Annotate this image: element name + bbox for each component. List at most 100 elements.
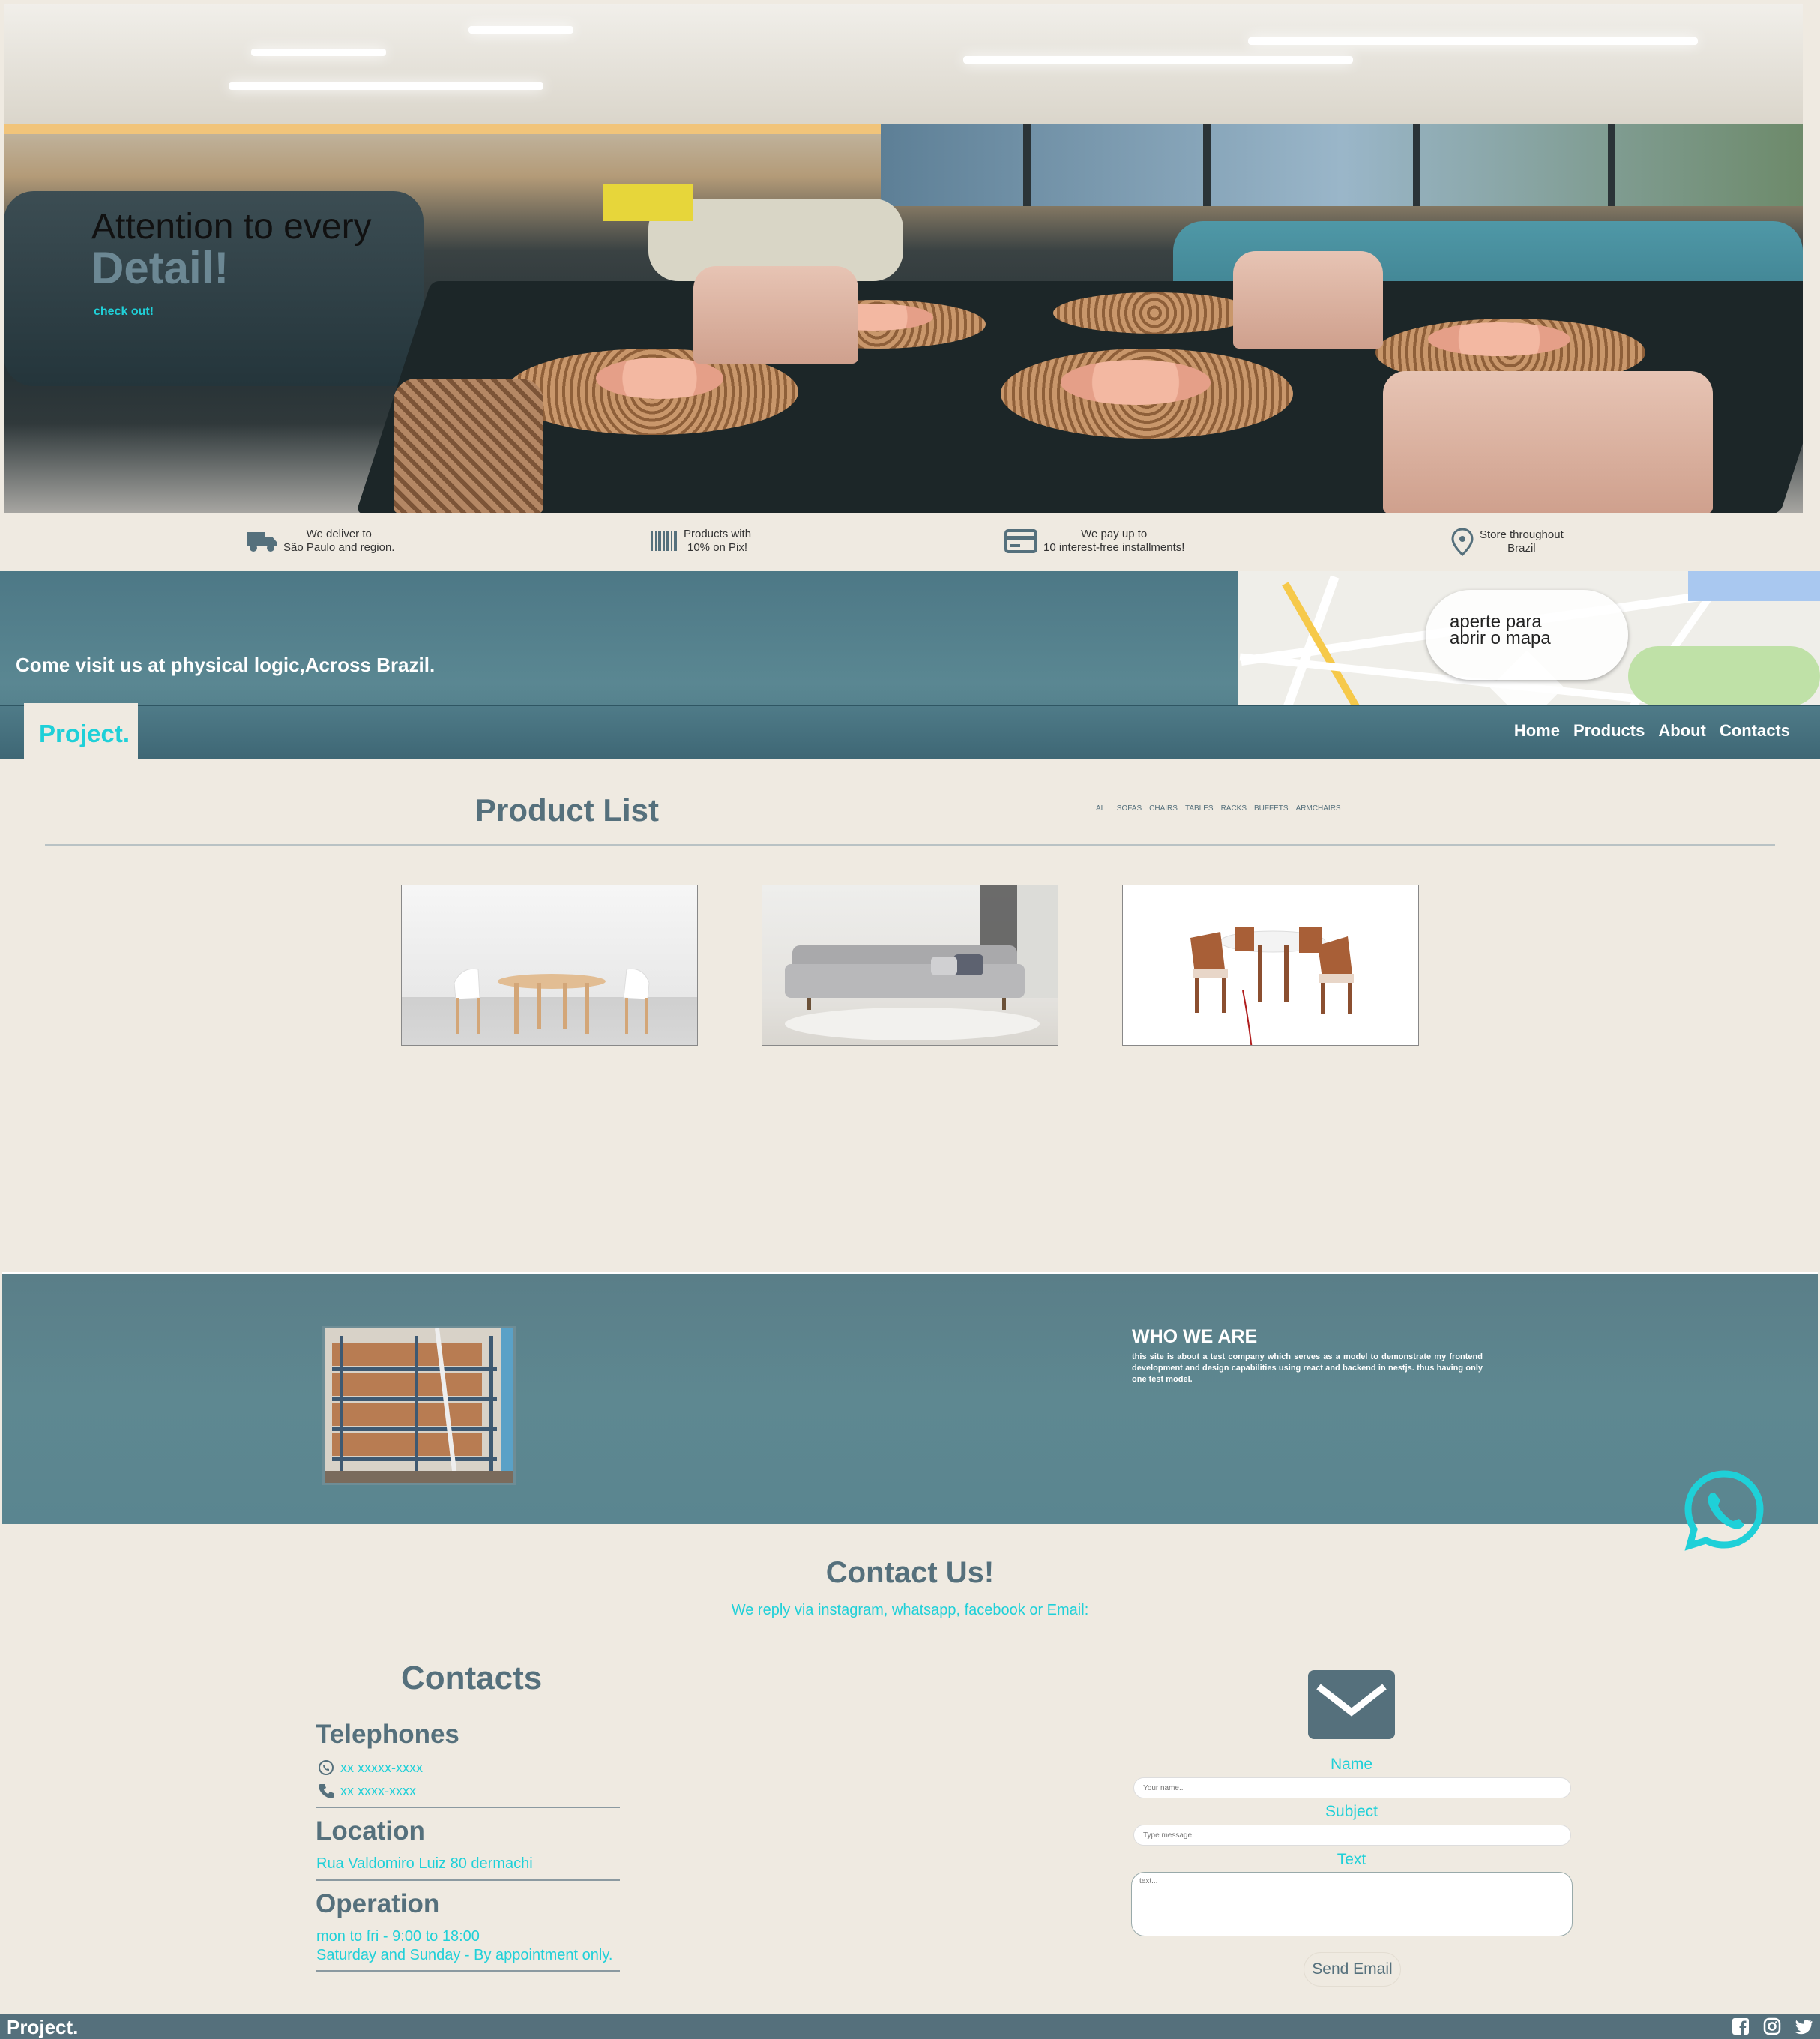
credit-card-icon	[1004, 529, 1037, 553]
navbar: Project. Home Products About Contacts	[0, 703, 1820, 763]
ceiling-light	[229, 82, 543, 90]
whatsapp-float-button[interactable]	[1682, 1468, 1766, 1552]
wicker-chair	[394, 379, 543, 513]
hero-ceiling	[4, 4, 1803, 131]
facebook-icon[interactable]	[1732, 2017, 1750, 2035]
social-links	[1732, 2017, 1813, 2035]
dining-chair	[1383, 371, 1713, 513]
filter-sofas[interactable]: SOFAS	[1117, 804, 1142, 813]
text-label: Text	[1337, 1851, 1366, 1868]
filter-racks[interactable]: RACKS	[1221, 804, 1247, 813]
contact-title: Contact Us!	[825, 1556, 995, 1589]
hours-weekday: mon to fri - 9:00 to 18:00	[316, 1928, 480, 1945]
features-bar: We deliver to São Paulo and region. Produ…	[0, 514, 1820, 571]
feature-line1: Store throughout	[1480, 528, 1564, 541]
product-card-table[interactable]	[401, 885, 698, 1046]
whatsapp-small-icon	[319, 1760, 334, 1775]
twitter-icon[interactable]	[1795, 2017, 1813, 2035]
hours-weekend: Saturday and Sunday - By appointment onl…	[316, 1947, 613, 1963]
feature-text: We deliver to São Paulo and region.	[283, 528, 394, 555]
subject-input[interactable]	[1133, 1825, 1571, 1846]
nav-logo[interactable]: Project.	[39, 720, 130, 748]
contacts-divider	[316, 1807, 620, 1808]
feature-pix: Products with 10% on Pix!	[651, 528, 751, 555]
nav-menu: Home Products About Contacts	[1514, 721, 1790, 741]
feature-installments: We pay up to 10 interest-free installment…	[1004, 528, 1184, 555]
ceiling-light	[1248, 37, 1698, 45]
address-text: Rua Valdomiro Luiz 80 dermachi	[316, 1855, 533, 1872]
feature-line2: Brazil	[1507, 542, 1536, 555]
barcode-icon	[651, 531, 677, 551]
feature-line2: 10% on Pix!	[687, 541, 748, 554]
dining-chair	[1233, 251, 1383, 349]
nav-home[interactable]: Home	[1514, 721, 1560, 741]
store-window	[881, 124, 1803, 206]
whatsapp-number-row[interactable]: xx xxxxx-xxxx	[318, 1759, 423, 1776]
phone-number: xx xxxx-xxxx	[340, 1783, 416, 1798]
feature-text: We pay up to 10 interest-free installment…	[1043, 528, 1184, 555]
map-water	[1688, 571, 1820, 601]
whatsapp-number: xx xxxxx-xxxx	[340, 1759, 423, 1775]
send-email-button[interactable]: Send Email	[1304, 1952, 1401, 1987]
plate	[1428, 322, 1570, 356]
filter-buffets[interactable]: BUFFETS	[1254, 804, 1289, 813]
warehouse-photo	[322, 1326, 516, 1485]
feature-delivery: We deliver to São Paulo and region.	[247, 528, 394, 555]
map-text-line2: abrir o mapa	[1450, 628, 1551, 648]
contacts-heading: Contacts	[401, 1660, 543, 1696]
mail-icon	[1308, 1670, 1395, 1739]
product-image-dining-set	[1190, 927, 1354, 1045]
contacts-divider	[316, 1970, 620, 1972]
who-we-are-body: this site is about a test company which …	[1132, 1352, 1483, 1384]
hero-banner: Attention to every Detail! check out!	[4, 4, 1803, 513]
visit-text: Come visit us at physical logic,Across B…	[16, 654, 436, 676]
hero-title-line2: Detail!	[91, 243, 229, 293]
filter-armchairs[interactable]: ARMCHAIRS	[1296, 804, 1341, 813]
product-filters: ALL SOFAS CHAIRS TABLES RACKS BUFFETS AR…	[1096, 804, 1341, 813]
filter-chairs[interactable]: CHAIRS	[1149, 804, 1178, 813]
hero-title-line1: Attention to every	[91, 207, 372, 247]
feature-line1: Products with	[684, 528, 752, 540]
product-image-sofa	[785, 885, 1058, 1040]
operation-heading: Operation	[316, 1889, 440, 1918]
nav-about[interactable]: About	[1658, 721, 1706, 741]
footer-logo[interactable]: Project.	[7, 2016, 78, 2039]
filter-all[interactable]: ALL	[1096, 804, 1109, 813]
footer: Project.	[0, 2014, 1820, 2039]
who-we-are-section: WHO WE ARE this site is about a test com…	[2, 1272, 1818, 1524]
contact-subtitle: We reply via instagram, whatsapp, facebo…	[731, 1602, 1089, 1618]
ceiling-light	[963, 56, 1353, 64]
telephones-heading: Telephones	[316, 1720, 459, 1749]
feature-text: Products with 10% on Pix!	[684, 528, 751, 555]
who-we-are-heading: WHO WE ARE	[1132, 1326, 1258, 1347]
product-image-table	[454, 968, 650, 1034]
nav-contacts[interactable]: Contacts	[1720, 721, 1790, 741]
ceiling-light	[251, 49, 386, 56]
plate	[1061, 360, 1211, 405]
name-input[interactable]	[1133, 1777, 1571, 1798]
sofa-yellow	[603, 184, 693, 221]
instagram-icon[interactable]	[1763, 2017, 1781, 2035]
whatsapp-icon	[1684, 1470, 1764, 1551]
map-open-text: aperte para abrir o mapa	[1450, 613, 1551, 648]
feature-line1: We deliver to	[306, 528, 372, 540]
window-mullion	[1023, 124, 1031, 206]
product-card-dining-set[interactable]	[1122, 885, 1419, 1046]
filter-tables[interactable]: TABLES	[1185, 804, 1214, 813]
phone-number-row[interactable]: xx xxxx-xxxx	[318, 1783, 416, 1799]
window-mullion	[1413, 124, 1420, 206]
map-park	[1628, 646, 1820, 706]
nav-products[interactable]: Products	[1573, 721, 1645, 741]
location-pin-icon	[1451, 528, 1474, 556]
ceiling-light	[468, 26, 573, 34]
feature-line1: We pay up to	[1081, 528, 1148, 540]
product-divider	[45, 844, 1775, 846]
contacts-divider	[316, 1879, 620, 1881]
hero-check-out-link[interactable]: check out!	[94, 305, 154, 319]
message-textarea[interactable]	[1131, 1872, 1573, 1936]
dining-chair	[693, 266, 858, 364]
name-label: Name	[1330, 1756, 1373, 1773]
feature-stores: Store throughout Brazil	[1451, 528, 1564, 556]
window-mullion	[1608, 124, 1615, 206]
product-card-sofa[interactable]	[762, 885, 1058, 1046]
